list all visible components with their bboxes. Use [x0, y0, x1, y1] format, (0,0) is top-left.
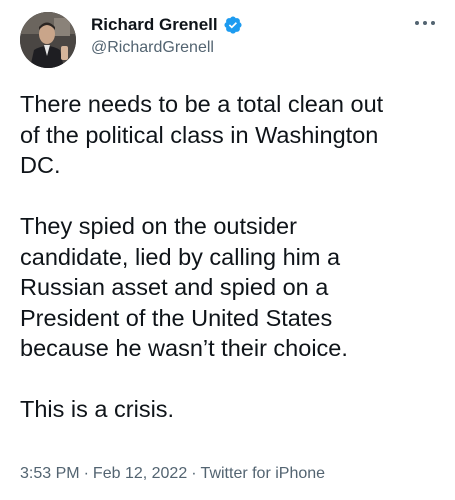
author-handle[interactable]: @RichardGrenell: [91, 39, 214, 57]
avatar-image: [20, 12, 76, 68]
avatar[interactable]: [20, 12, 76, 68]
verified-badge-icon: [223, 15, 243, 35]
tweet-card: Richard Grenell @RichardGrenell There ne…: [0, 0, 455, 500]
meta-separator: ·: [83, 465, 89, 482]
tweet-source[interactable]: Twitter for iPhone: [201, 465, 326, 482]
tweet-text: There needs to be a total clean out of t…: [20, 89, 450, 425]
tweet-timestamp-time[interactable]: 3:53 PM: [20, 465, 80, 482]
author-name-row[interactable]: Richard Grenell: [91, 15, 243, 35]
tweet-paragraph: They spied on the outsider candidate, li…: [20, 213, 348, 361]
tweet-paragraph: This is a crisis.: [20, 396, 175, 422]
tweet-paragraph: There needs to be a total clean out of t…: [20, 91, 384, 178]
meta-separator: ·: [191, 465, 197, 482]
author-name[interactable]: Richard Grenell: [91, 15, 218, 35]
tweet-timestamp-date[interactable]: Feb 12, 2022: [93, 465, 187, 482]
more-horizontal-icon[interactable]: [413, 17, 437, 29]
tweet-meta: 3:53 PM · Feb 12, 2022 · Twitter for iPhone: [20, 465, 325, 483]
